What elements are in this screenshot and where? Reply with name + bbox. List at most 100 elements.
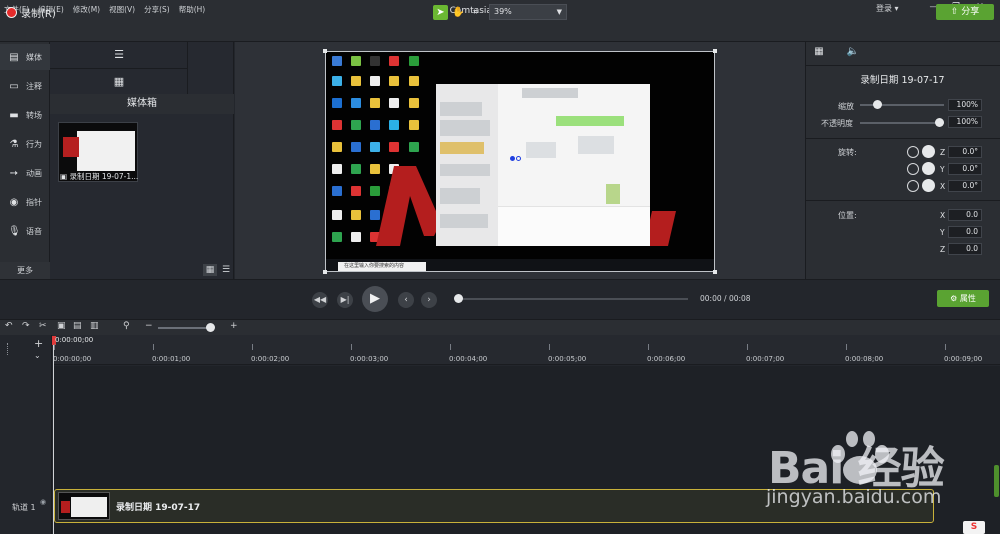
upload-icon: ⇧ [950,7,962,17]
rotate-x-dial[interactable] [922,179,935,192]
redo-icon[interactable]: ↷ [22,321,30,331]
position-label: 位置: [838,211,857,220]
desktop-icon [389,98,399,108]
ruler-tick-label: 0:00:03;00 [350,355,389,363]
opacity-field[interactable]: 100% [948,116,982,128]
opacity-slider[interactable] [860,122,944,124]
ruler-tick [351,344,352,350]
tab-behaviors[interactable]: ⚗ 行为 [0,131,50,157]
resize-handle[interactable] [323,270,327,274]
record-button[interactable]: 录制(R) [6,5,56,20]
tab-annotations[interactable]: ▭ 注释 [0,73,50,99]
properties-button[interactable]: ⚙ 属性 [937,290,989,307]
pan-tool-icon[interactable]: ✋ [451,5,466,20]
menu-view[interactable]: 视图(V) [109,4,135,15]
animation-icon: ➙ [9,167,19,179]
zoom-dropdown[interactable]: 39% ▼ [489,4,567,20]
rotate-z-dial[interactable] [922,145,935,158]
grid-view-icon[interactable]: ▦ [203,264,217,276]
login-button[interactable]: 登录 ▾ [876,3,899,14]
film-icon[interactable]: ▦ [50,68,188,94]
undo-icon[interactable]: ↶ [5,321,13,331]
play-button[interactable]: ▶ [362,286,388,312]
position-x-field[interactable]: 0.0 [948,209,982,221]
media-item-label: ▣ 录制日期 19-07-1... [60,171,140,182]
resize-handle[interactable] [323,49,327,53]
desktop-icon [351,56,361,66]
rotation-y-field[interactable]: 0.0° [948,163,982,175]
opacity-label: 不透明度 [821,119,853,128]
step-back-icon[interactable]: ◀◀ [312,292,328,308]
previous-icon[interactable]: ‹ [398,292,414,308]
rotate-y-dial[interactable] [922,162,935,175]
desktop-icon [332,98,342,108]
chat-bubble [556,116,624,126]
clip-name: 录制日期 19-07-17 [116,503,201,513]
scrub-bar[interactable] [458,298,688,300]
desktop-icon [332,56,342,66]
audio-props-icon[interactable]: 🔈 [845,46,861,60]
scale-slider-knob[interactable] [873,100,882,109]
list-view-icon[interactable]: ☰ [219,264,233,276]
transition-icon: ▬ [9,109,19,121]
list-view-icon[interactable]: ☰ [50,42,188,68]
cut-icon[interactable]: ✂ [39,321,47,331]
zoom-icon[interactable]: ⚲ [123,321,130,331]
desktop-icon [332,76,342,86]
ruler-tick-label: 0:00:08;00 [845,355,884,363]
chevron-down-icon[interactable]: ⌄ [34,351,41,360]
preview-canvas[interactable]: 在这里输入你要搜索的内容 [325,51,715,272]
ruler-tick-label: 0:00:05;00 [548,355,587,363]
paste-icon[interactable]: ▤ [73,321,82,331]
clip-thumb-window [71,497,107,517]
menu-modify[interactable]: 修改(M) [73,4,100,15]
blurred-row [440,164,490,176]
blurred-header [522,88,578,98]
chat-bubble [606,184,620,204]
rotation-z-field[interactable]: 0.0° [948,146,982,158]
add-track-icon[interactable]: + [34,337,43,350]
drag-handle-icon[interactable] [7,343,13,355]
more-button[interactable]: 更多 [0,262,50,279]
divider [805,138,1000,139]
tab-cursor[interactable]: ◉ 指针 [0,189,50,215]
menu-share[interactable]: 分享(S) [144,4,170,15]
axis-label: Z [940,148,946,157]
menu-help[interactable]: 帮助(H) [179,4,206,15]
zoom-in-icon[interactable]: + [230,321,238,331]
timeline-zoom-knob[interactable] [206,323,215,332]
tab-voice[interactable]: 🎙 语音 [0,218,50,244]
copy-icon[interactable]: ▣ [57,321,66,331]
tab-transitions[interactable]: ▬ 转场 [0,102,50,128]
tab-behaviors-label: 行为 [26,139,42,149]
ime-indicator-icon[interactable]: S [963,521,985,534]
visual-props-icon[interactable]: ▦ [811,46,827,60]
ruler-tick-label: 0:00:07;00 [746,355,785,363]
resize-handle[interactable] [713,270,717,274]
tab-media[interactable]: ▤ 媒体 [0,44,50,70]
media-item-text: 录制日期 19-07-1... [69,172,139,181]
share-button[interactable]: ⇧ 分享 [936,4,994,20]
resize-handle[interactable] [713,49,717,53]
timeline-zoom-slider[interactable] [158,327,212,329]
ruler-tick [54,344,55,350]
tab-animations[interactable]: ➙ 动画 [0,160,50,186]
eye-icon[interactable]: ◉ [40,498,46,506]
scrub-knob[interactable] [454,294,463,303]
microphone-icon: 🎙 [8,225,21,237]
opacity-slider-knob[interactable] [935,118,944,127]
scale-field[interactable]: 100% [948,99,982,111]
vertical-scrollbar[interactable] [994,465,999,497]
position-z-field[interactable]: 0.0 [948,243,982,255]
blurred-row [440,142,484,154]
zoom-out-icon[interactable]: − [145,321,153,331]
crop-tool-icon[interactable]: ⌗ [468,5,483,20]
tab-voice-label: 语音 [26,226,42,236]
select-tool-icon[interactable]: ➤ [433,5,448,20]
step-forward-icon[interactable]: ▶| [337,292,353,308]
position-y-field[interactable]: 0.0 [948,226,982,238]
split-icon[interactable]: ▥ [90,321,99,331]
desktop-icon [351,120,361,130]
next-icon[interactable]: › [421,292,437,308]
rotation-x-field[interactable]: 0.0° [948,180,982,192]
